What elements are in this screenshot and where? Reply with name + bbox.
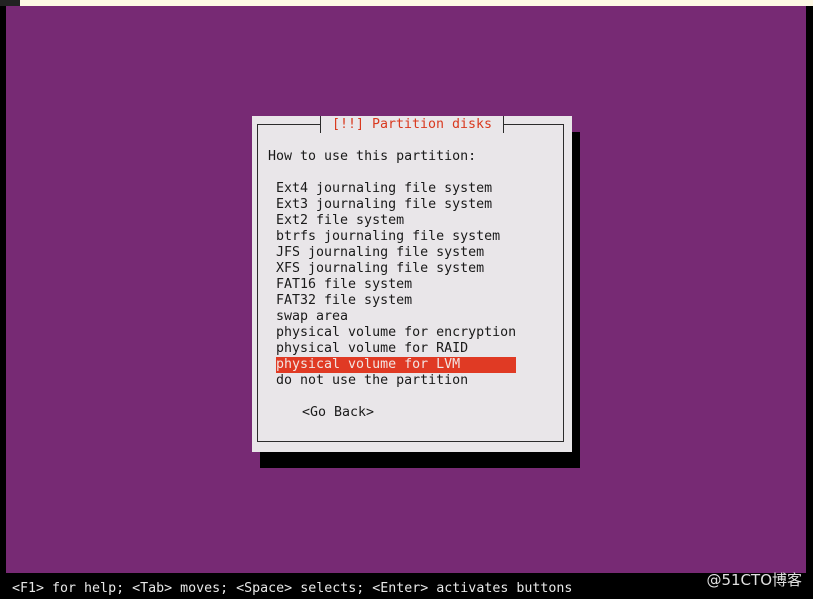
dialog-prompt: How to use this partition: [268, 149, 477, 164]
watermark: @51CTO博客 [706, 571, 802, 589]
help-bar: <F1> for help; <Tab> moves; <Space> sele… [12, 581, 573, 596]
installer-screen: [!!] Partition disks How to use this par… [6, 6, 806, 596]
partition-use-options: Ext4 journaling file system Ext3 journali… [276, 181, 516, 389]
option-btrfs-journaling-file-system[interactable]: btrfs journaling file system [276, 229, 516, 245]
dialog-title: [!!] Partition disks [320, 116, 504, 133]
option-physical-volume-for-encryption[interactable]: physical volume for encryption [276, 325, 516, 341]
option-ext3-journaling-file-system[interactable]: Ext3 journaling file system [276, 197, 516, 213]
option-physical-volume-for-lvm[interactable]: physical volume for LVM [276, 357, 516, 373]
option-swap-area[interactable]: swap area [276, 309, 516, 325]
option-jfs-journaling-file-system[interactable]: JFS journaling file system [276, 245, 516, 261]
option-ext4-journaling-file-system[interactable]: Ext4 journaling file system [276, 181, 516, 197]
partition-dialog: [!!] Partition disks How to use this par… [252, 116, 572, 452]
option-physical-volume-for-raid[interactable]: physical volume for RAID [276, 341, 516, 357]
option-ext2-file-system[interactable]: Ext2 file system [276, 213, 516, 229]
option-fat32-file-system[interactable]: FAT32 file system [276, 293, 516, 309]
option-xfs-journaling-file-system[interactable]: XFS journaling file system [276, 261, 516, 277]
go-back-button[interactable]: <Go Back> [302, 405, 374, 421]
option-do-not-use-the-partition[interactable]: do not use the partition [276, 373, 516, 389]
option-fat16-file-system[interactable]: FAT16 file system [276, 277, 516, 293]
